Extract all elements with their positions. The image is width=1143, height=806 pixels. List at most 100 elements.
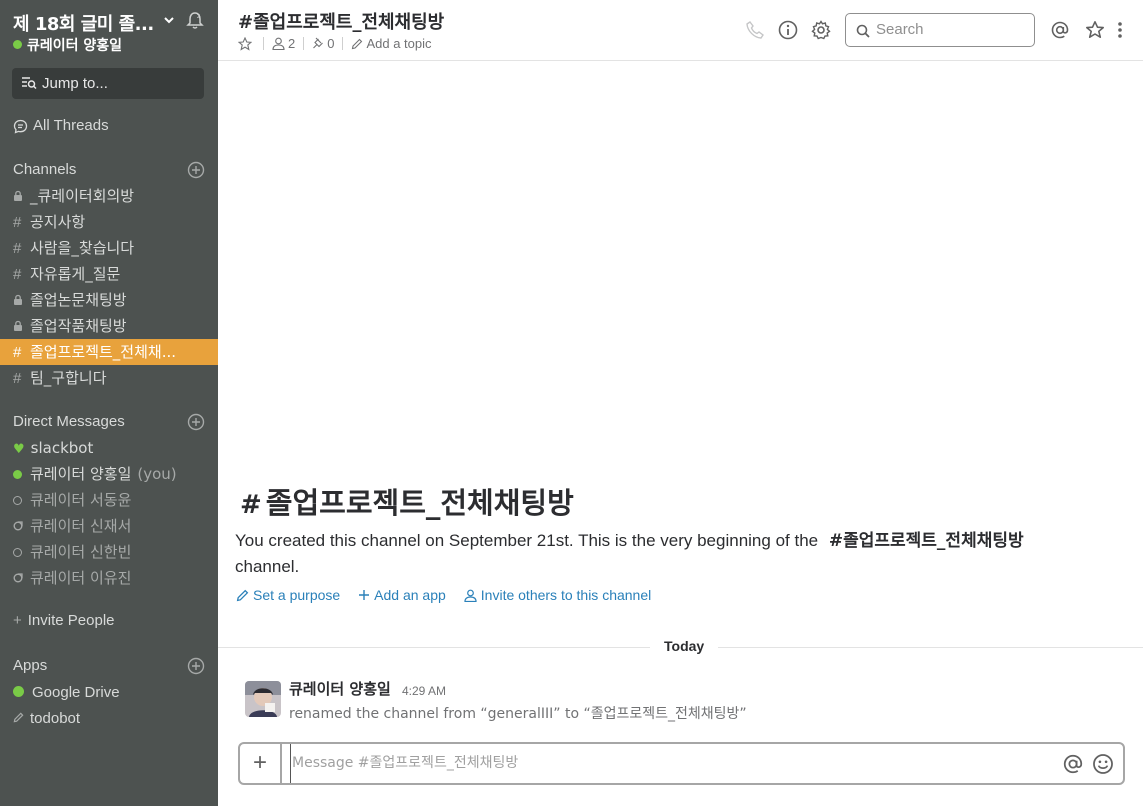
mention-icon[interactable] (1062, 753, 1084, 775)
gear-icon[interactable] (811, 20, 831, 40)
message-input[interactable]: Message #졸업프로젝트_전체채팅방 (290, 744, 518, 783)
plus-icon: + (13, 612, 22, 629)
sidebar-app-name: Google Drive (32, 684, 120, 701)
hash-icon: # (13, 240, 22, 257)
sidebar-app-item[interactable]: Google Drive (0, 679, 218, 705)
sidebar-app-item[interactable]: todobot (0, 705, 218, 731)
private-channel-icon (13, 288, 30, 313)
info-icon[interactable] (778, 20, 798, 40)
sidebar-channel-name: _큐레이터회의방 (30, 187, 135, 205)
you-label: (you) (137, 465, 177, 483)
sidebar-channel-item[interactable]: # 사람을_찾습니다 (0, 235, 218, 261)
pencil-icon (236, 589, 249, 601)
channel-header: #졸업프로젝트_전체채팅방 2 0 Add a topic Search (218, 0, 1143, 61)
sidebar-channel-item[interactable]: # 자유롭게_질문 (0, 261, 218, 287)
member-count-value: 2 (288, 36, 296, 51)
channels-header[interactable]: Channels (13, 161, 76, 178)
current-user[interactable]: 큐레이터 양홍일 (13, 35, 122, 55)
divider (342, 37, 344, 50)
user-photo (245, 681, 281, 717)
mentions-icon[interactable] (1050, 20, 1070, 40)
divider (263, 37, 264, 50)
call-icon[interactable] (745, 20, 765, 40)
lock-icon (14, 294, 22, 305)
away-status-icon (13, 521, 23, 531)
presence-offline-icon (13, 548, 22, 557)
add-channel-icon[interactable] (187, 161, 205, 179)
attach-button[interactable]: + (240, 744, 282, 783)
sidebar-channel-name: 졸업프로젝트_전체채... (30, 343, 177, 361)
search-input[interactable]: Search (845, 13, 1035, 47)
emoji-icon[interactable] (1092, 753, 1114, 775)
sidebar-dm-item[interactable]: 큐레이터 신재서 (0, 513, 218, 539)
plus-icon (359, 590, 370, 600)
direct-messages-header[interactable]: Direct Messages (13, 413, 125, 430)
sidebar-channel-item[interactable]: # 공지사항 (0, 209, 218, 235)
svg-text:z: z (197, 13, 200, 20)
private-channel-icon (13, 184, 30, 209)
intro-text-after: channel. (235, 557, 300, 576)
workspace-name[interactable]: 제 18회 글미 졸... (13, 10, 154, 36)
sidebar-dm-item[interactable]: 큐레이터 신한빈 (0, 539, 218, 565)
add-app-label: Add an app (374, 587, 446, 603)
pencil-icon (352, 38, 363, 49)
more-options-icon[interactable] (1114, 20, 1126, 40)
jump-to-button[interactable]: Jump to... (12, 68, 204, 99)
threads-icon (13, 119, 28, 134)
channel-meta: 2 0 Add a topic (238, 36, 432, 51)
presence-online-icon (13, 686, 24, 697)
set-purpose-button[interactable]: Set a purpose (236, 587, 340, 603)
sidebar-channel-item[interactable]: 졸업작품채팅방 (0, 313, 218, 339)
search-placeholder: Search (876, 21, 924, 38)
jump-to-label: Jump to... (42, 75, 108, 92)
pinned-count-value: 0 (327, 36, 335, 51)
current-user-name: 큐레이터 양홍일 (27, 38, 123, 54)
divider (303, 37, 305, 50)
jump-to-icon (22, 77, 37, 90)
starred-items-icon[interactable] (1085, 20, 1105, 40)
sidebar-dm-item[interactable]: 큐레이터 양홍일 (you) (0, 461, 218, 487)
star-channel-button[interactable] (238, 36, 255, 51)
bell-snooze-icon[interactable]: z (185, 10, 205, 30)
avatar[interactable] (245, 681, 281, 717)
message-input-placeholder: Message #졸업프로젝트_전체채팅방 (292, 755, 519, 771)
intro-channel-name: 졸업프로젝트_전체채팅방 (843, 531, 1024, 551)
sidebar-channel-name: 공지사항 (30, 213, 86, 231)
pinned-count[interactable]: 0 (312, 36, 334, 51)
channel-title[interactable]: #졸업프로젝트_전체채팅방 (238, 8, 444, 34)
message-author[interactable]: 큐레이터 양홍일 (289, 678, 391, 699)
add-topic-label: Add a topic (366, 36, 432, 51)
sidebar-channel-name: 팀_구합니다 (30, 369, 107, 387)
team-header[interactable]: 제 18회 글미 졸... z 큐레이터 양홍일 (13, 8, 209, 56)
apps-header[interactable]: Apps (13, 657, 47, 674)
presence-offline-icon (13, 496, 22, 505)
add-app-button[interactable]: Add an app (358, 587, 446, 603)
add-dm-icon[interactable] (187, 413, 205, 431)
sidebar-channel-item[interactable]: # 팀_구합니다 (0, 365, 218, 391)
sidebar-channel-item[interactable]: _큐레이터회의방 (0, 183, 218, 209)
member-count[interactable]: 2 (272, 36, 295, 51)
add-topic-button[interactable]: Add a topic (351, 36, 432, 51)
hash-icon: # (13, 344, 22, 361)
invite-people-label: Invite People (27, 612, 115, 629)
invite-others-button[interactable]: Invite others to this channel (464, 587, 651, 603)
sidebar-channel-item[interactable]: 졸업논문채팅방 (0, 287, 218, 313)
add-app-icon[interactable] (187, 657, 205, 675)
sidebar-dm-item[interactable]: ♥ slackbot (0, 435, 218, 461)
chevron-down-icon[interactable] (163, 14, 175, 26)
message-timestamp[interactable]: 4:29 AM (402, 684, 446, 698)
private-channel-icon (13, 314, 30, 339)
sidebar-channel-item[interactable]: # 졸업프로젝트_전체채... (0, 339, 218, 365)
invite-others-label: Invite others to this channel (480, 587, 652, 603)
sidebar-dm-item[interactable]: 큐레이터 이유진 (0, 565, 218, 591)
invite-people-button[interactable]: + Invite People (13, 612, 115, 629)
search-icon (856, 24, 870, 38)
member-icon (272, 37, 285, 50)
presence-away-icon (13, 517, 30, 535)
intro-channel-link[interactable]: #졸업프로젝트_전체채팅방 (829, 531, 1024, 551)
all-threads-item[interactable]: All Threads (13, 117, 109, 134)
lock-icon (14, 320, 22, 331)
sidebar-dm-item[interactable]: 큐레이터 서동윤 (0, 487, 218, 513)
sidebar-channel-name: 자유롭게_질문 (30, 265, 121, 283)
message-composer: + Message #졸업프로젝트_전체채팅방 (238, 742, 1125, 785)
